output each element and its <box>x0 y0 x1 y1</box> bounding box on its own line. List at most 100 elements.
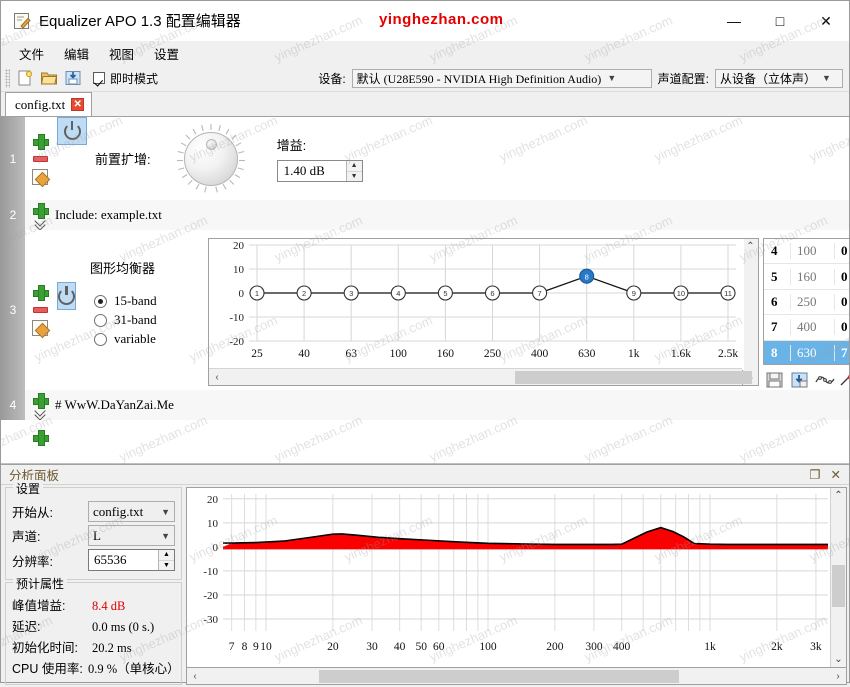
estimated-properties-group: 预计属性 峰值增益: 8.4 dB 延迟: 0.0 ms (0 s.) 初始化时… <box>5 575 182 685</box>
menu-item-edit[interactable]: 编辑 <box>54 42 99 65</box>
menu-item-settings[interactable]: 设置 <box>144 42 189 65</box>
scroll-up-icon[interactable]: ⌃ <box>834 488 842 503</box>
analysis-panel-header: 分析面板 ❐ ✕ <box>1 465 849 485</box>
resolution-stepper[interactable]: ▲ ▼ <box>158 550 174 570</box>
eq-band-table[interactable]: 4100051600625007400086307 ⌃ ⌄ <box>763 238 849 365</box>
filter-row-graphic-eq[interactable]: 3 图形均衡器 15-band 31-band variable 20 10 0… <box>1 230 849 390</box>
scroll-up-icon[interactable]: ⌃ <box>746 239 754 254</box>
svg-text:7: 7 <box>229 641 235 653</box>
scroll-left-icon[interactable]: ‹ <box>187 669 203 684</box>
eq-scroll-track[interactable] <box>225 369 752 385</box>
filter-row-include[interactable]: 2 Include: example.txt <box>1 200 849 230</box>
preamp-power-toggle[interactable] <box>57 117 87 145</box>
analysis-vscroll-track[interactable] <box>831 503 846 652</box>
edit-filter-icon[interactable] <box>32 320 48 336</box>
minimize-button[interactable]: — <box>711 1 757 41</box>
tab-close-icon[interactable]: ✕ <box>71 98 85 111</box>
band-mode-15[interactable]: 15-band <box>94 293 202 309</box>
chevron-down-icon[interactable] <box>33 408 47 418</box>
band-frequency[interactable]: 630 <box>790 344 834 361</box>
open-folder-icon[interactable] <box>38 67 60 89</box>
table-row[interactable]: 6 250 0 <box>764 290 849 316</box>
remove-filter-icon[interactable] <box>32 155 48 162</box>
scroll-right-icon[interactable]: › <box>830 669 846 684</box>
filter-row-comment[interactable]: 4 # WwW.DaYanZai.Me <box>1 390 849 420</box>
channel-config-combobox[interactable]: 从设备（立体声） ▼ <box>715 68 843 88</box>
power-icon <box>58 285 75 305</box>
eq-power-toggle[interactable] <box>57 282 76 310</box>
band-frequency[interactable]: 160 <box>790 268 834 285</box>
band-gain[interactable]: 0 <box>834 268 849 285</box>
preamp-knob[interactable] <box>175 123 247 195</box>
edit-filter-icon[interactable] <box>32 168 48 185</box>
svg-text:60: 60 <box>433 641 445 653</box>
eq-graph[interactable]: 20 10 0 -10 -20 25 40 63 100 160 250 400 630 1k 1.6k 2.… <box>208 238 752 386</box>
analysis-vscroll-thumb[interactable] <box>832 565 845 607</box>
band-frequency[interactable]: 100 <box>790 243 834 260</box>
gain-decrease-icon[interactable]: ▼ <box>346 171 362 181</box>
tab-config-txt[interactable]: config.txt ✕ <box>5 92 93 116</box>
table-row[interactable]: 5 160 0 <box>764 264 849 290</box>
toolbar-grip[interactable] <box>5 68 10 88</box>
device-combobox[interactable]: 默认 (U28E590 - NVIDIA High Definition Aud… <box>351 68 652 88</box>
flat-curve-icon[interactable] <box>815 370 835 390</box>
band-gain[interactable]: 0 <box>834 293 849 310</box>
gain-value[interactable]: 1.40 dB <box>278 163 346 179</box>
gain-increase-icon[interactable]: ▲ <box>346 161 362 172</box>
eq-scroll-thumb[interactable] <box>515 370 752 384</box>
band-frequency[interactable]: 400 <box>790 319 834 336</box>
table-row[interactable]: 7 400 0 <box>764 315 849 341</box>
new-file-icon[interactable] <box>14 67 36 89</box>
scroll-down-icon[interactable]: ⌄ <box>834 652 842 667</box>
maximize-button[interactable]: □ <box>757 1 803 41</box>
remove-filter-icon[interactable] <box>32 307 48 313</box>
resolution-input[interactable]: 65536 ▲ ▼ <box>88 549 175 571</box>
knob-body[interactable] <box>183 131 238 186</box>
menu-item-file[interactable]: 文件 <box>9 42 54 65</box>
svg-text:0: 0 <box>213 542 219 554</box>
band-frequency[interactable]: 250 <box>790 293 834 310</box>
resolution-increase-icon[interactable]: ▲ <box>159 550 174 561</box>
resolution-decrease-icon[interactable]: ▼ <box>159 560 174 570</box>
filter-row-preamp[interactable]: 1 前置扩增: 增益: 1.40 dB ▲ ▼ <box>1 117 849 200</box>
eq-horizontal-scrollbar[interactable]: ‹ › <box>209 368 752 385</box>
open-preset-icon[interactable] <box>765 370 785 390</box>
band-gain[interactable]: 0 <box>834 319 849 336</box>
filter-row-add[interactable] <box>1 420 849 454</box>
radio-icon[interactable] <box>94 294 107 308</box>
radio-icon[interactable] <box>94 332 107 346</box>
save-icon[interactable] <box>62 67 84 89</box>
table-row[interactable]: 8 630 7 <box>764 340 849 364</box>
save-preset-icon[interactable] <box>790 370 810 390</box>
add-filter-icon[interactable] <box>32 429 49 446</box>
band-gain[interactable]: 7 <box>834 344 849 361</box>
band-mode-31[interactable]: 31-band <box>94 312 202 328</box>
analysis-graph[interactable]: 20 10 0 -10 -20 -30 7 8 9 10 20 30 40 50 60 100 200 300 40… <box>186 487 847 668</box>
radio-icon[interactable] <box>94 313 107 327</box>
add-filter-icon[interactable] <box>32 133 49 150</box>
band-gain[interactable]: 0 <box>834 243 849 260</box>
close-button[interactable]: ✕ <box>803 1 849 41</box>
analysis-hscroll-thumb[interactable] <box>319 669 679 683</box>
instant-mode-check-box[interactable] <box>93 72 105 84</box>
scroll-left-icon[interactable]: ‹ <box>209 370 225 385</box>
start-from-select[interactable]: config.txt ▼ <box>88 501 175 522</box>
instant-mode-checkbox[interactable]: 即时模式 <box>93 70 158 87</box>
gain-spinner[interactable]: 1.40 dB ▲ ▼ <box>276 160 363 182</box>
analysis-vertical-scrollbar[interactable]: ⌃ ⌄ <box>830 488 846 667</box>
table-row[interactable]: 4 100 0 <box>764 239 849 265</box>
float-panel-icon[interactable]: ❐ <box>809 467 820 482</box>
chevron-down-icon[interactable] <box>33 218 47 228</box>
add-filter-icon[interactable] <box>32 284 49 301</box>
invert-curve-icon[interactable] <box>840 370 849 390</box>
close-panel-icon[interactable]: ✕ <box>831 467 841 482</box>
channel-select[interactable]: L ▼ <box>88 525 175 546</box>
menu-item-view[interactable]: 视图 <box>99 42 144 65</box>
instant-mode-label: 即时模式 <box>110 71 159 86</box>
resolution-value[interactable]: 65536 <box>89 552 158 568</box>
gain-stepper[interactable]: ▲ ▼ <box>345 161 362 181</box>
analysis-hscroll-track[interactable] <box>203 668 830 684</box>
band-mode-variable[interactable]: variable <box>94 331 202 347</box>
eq-vertical-scrollbar[interactable]: ⌃ ⌄ <box>743 238 759 386</box>
analysis-horizontal-scrollbar[interactable]: ‹ › <box>186 668 847 685</box>
